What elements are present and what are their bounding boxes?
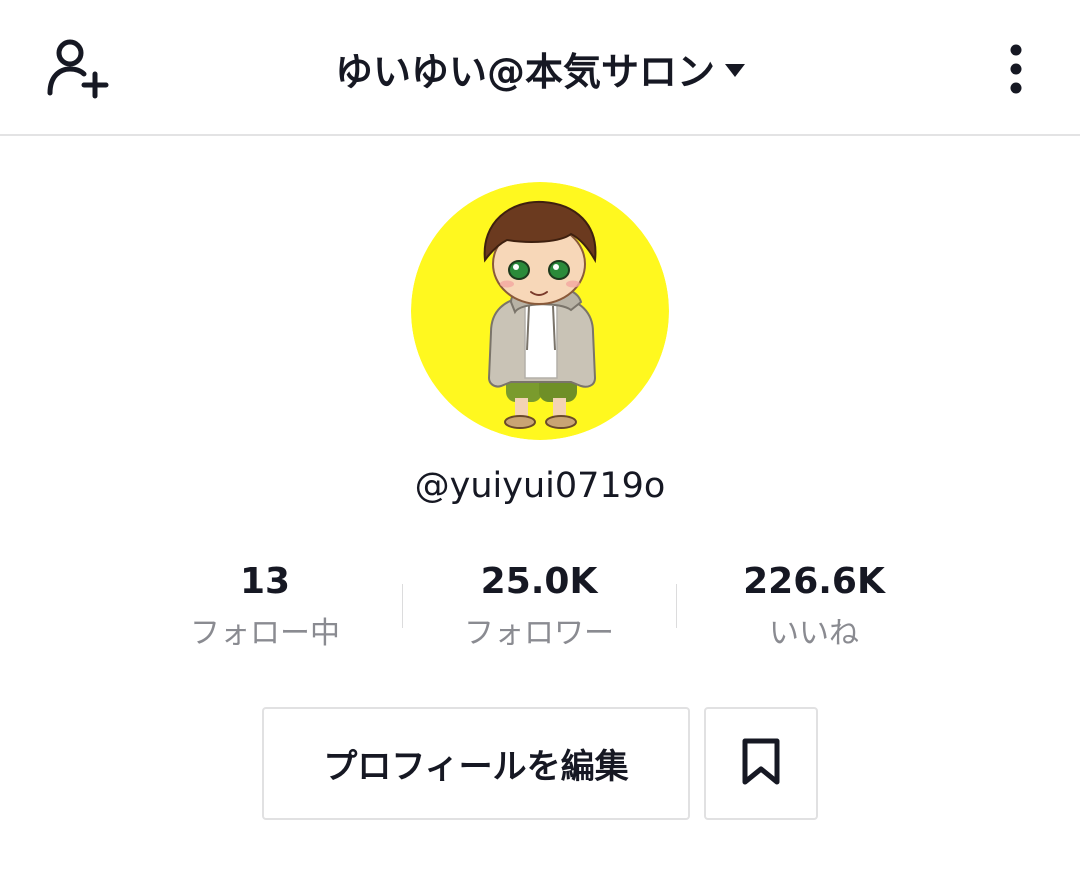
followers-label: フォロワー <box>464 616 614 651</box>
followers-stat[interactable]: 25.0K フォロワー <box>409 556 669 658</box>
stats-divider <box>676 584 677 628</box>
likes-count: 226.6K <box>743 561 885 602</box>
account-switcher[interactable]: ゆいゆい@本気サロン <box>0 40 1080 96</box>
profile-page: ゆいゆい@本気サロン @yuiyui0719o 13 フォロー中 25.0K フ… <box>0 0 1080 880</box>
profile-header: ゆいゆい@本気サロン <box>0 0 1080 136</box>
bookmark-button[interactable] <box>704 707 818 820</box>
following-label: フォロー中 <box>190 616 340 651</box>
bookmark-icon <box>740 737 782 791</box>
username: @yuiyui0719o <box>414 466 666 506</box>
edit-profile-button[interactable]: プロフィールを編集 <box>262 707 690 820</box>
caret-down-icon <box>725 63 745 77</box>
following-count: 13 <box>239 561 291 602</box>
avatar[interactable] <box>411 182 669 440</box>
likes-stat[interactable]: 226.6K いいね <box>684 556 944 658</box>
followers-count: 25.0K <box>480 561 598 602</box>
stats-divider <box>402 584 403 628</box>
vertical-ellipsis-icon[interactable] <box>998 40 1034 100</box>
account-title: ゆいゆい@本気サロン <box>334 49 715 94</box>
edit-profile-label: プロフィールを編集 <box>323 747 629 787</box>
likes-label: いいね <box>769 616 859 651</box>
following-stat[interactable]: 13 フォロー中 <box>135 556 395 658</box>
